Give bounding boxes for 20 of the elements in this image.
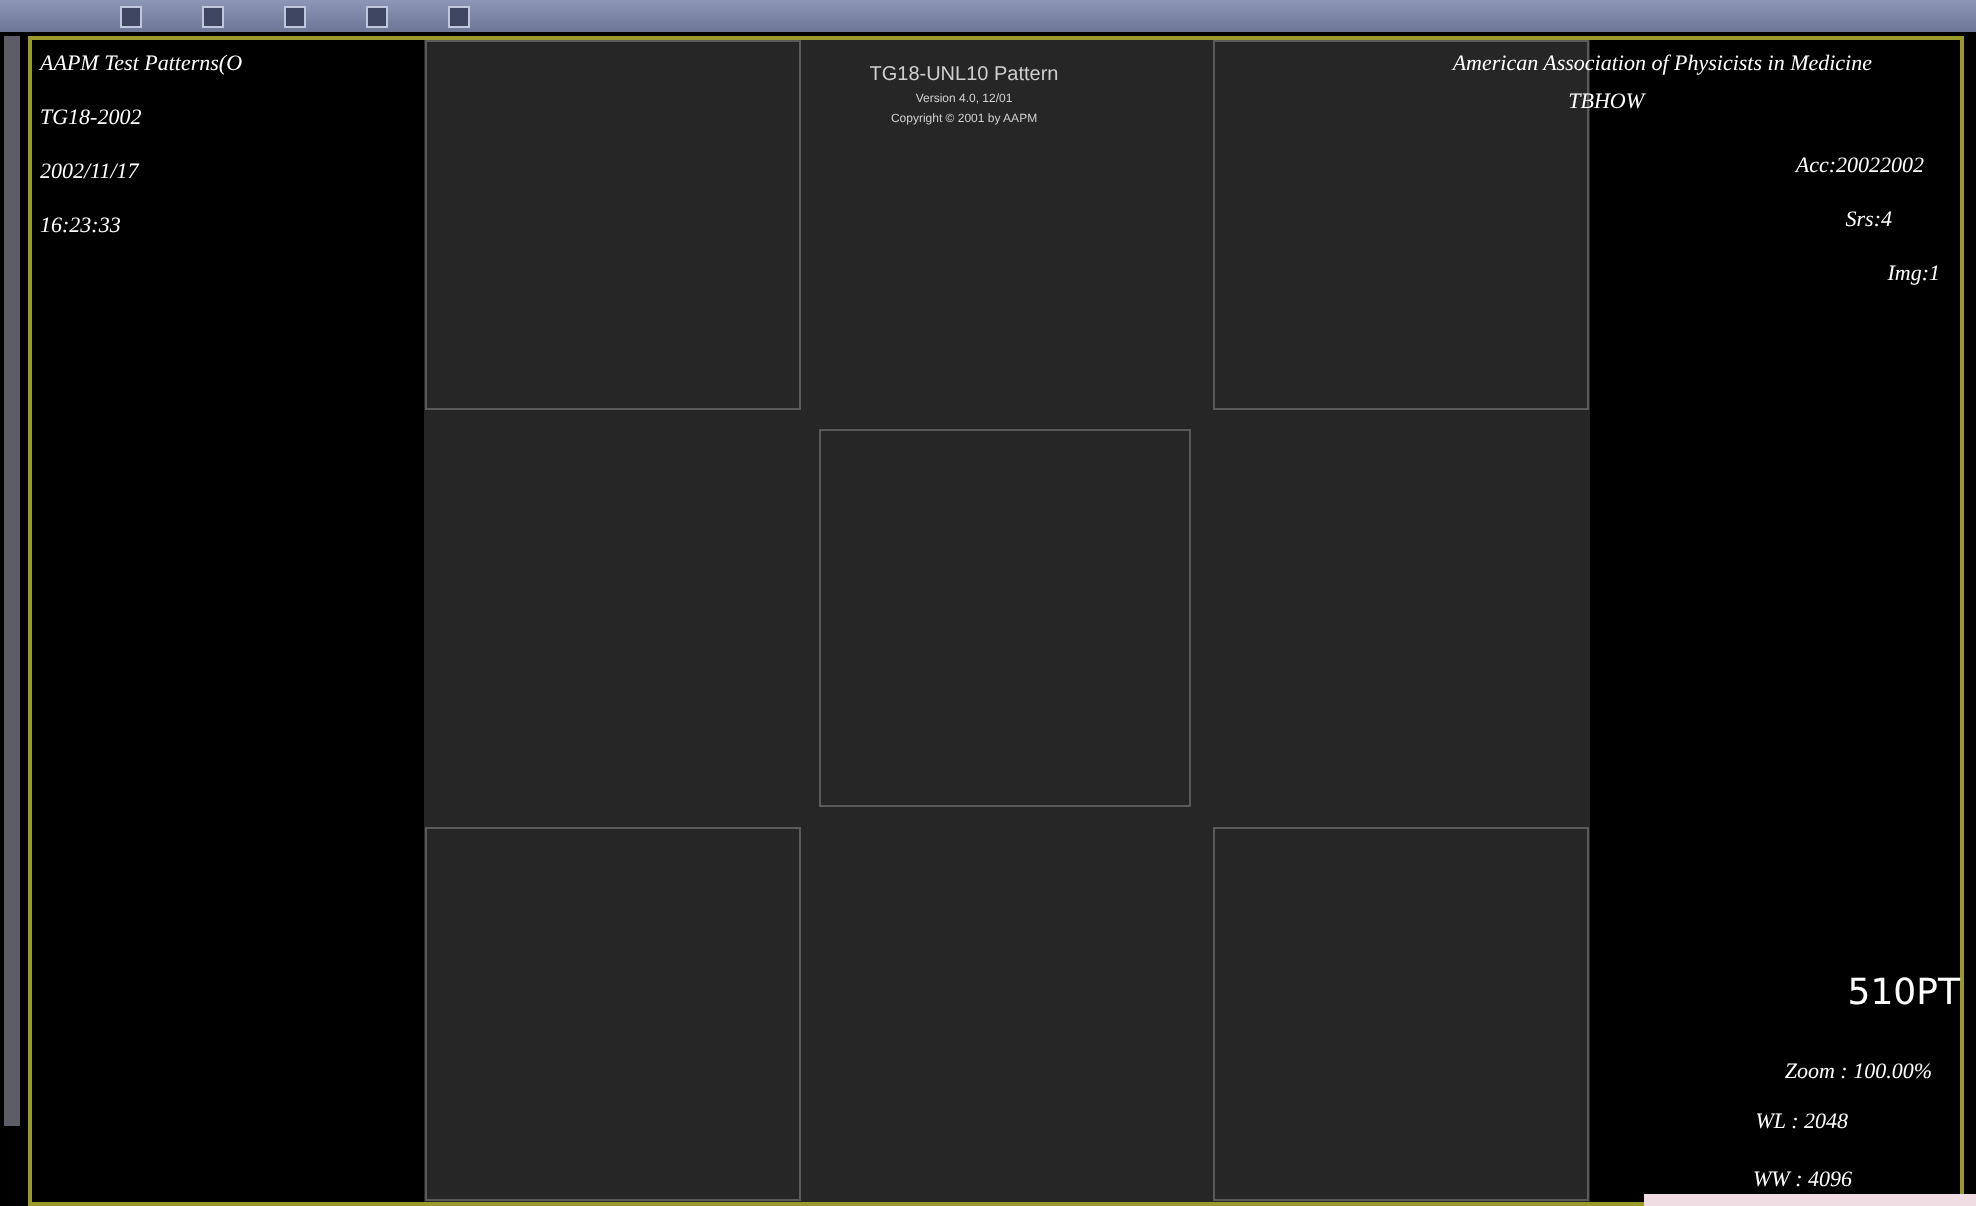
annotation-text: Srs:4 — [1845, 208, 1892, 234]
toolbar-icon[interactable] — [202, 5, 224, 27]
annotation-text: 16:23:33 — [40, 214, 123, 240]
annotation-text: American Association of Physicists in Medicine — [1452, 52, 1872, 78]
annotation-text: TBHOW — [1568, 90, 1644, 116]
annotation-text: WL : 2048 — [1755, 1110, 1848, 1136]
annotation-text: Acc:20022002 — [1795, 154, 1924, 180]
orientation-label: 510PT — [1847, 972, 1960, 1016]
annotation-text: Zoom : 100.00% — [1784, 1060, 1932, 1086]
annotation-text: TG18-2002 — [40, 106, 144, 132]
pattern-label: TG18-UNL10 Pattern — [869, 64, 1059, 86]
annotation-text: Img:1 — [1887, 262, 1940, 288]
toolbar-icon[interactable] — [120, 5, 142, 27]
toolbar-icon[interactable] — [284, 5, 306, 27]
annotation-text: AAPM Test Patterns(O — [40, 52, 243, 78]
toolbar-icon[interactable] — [448, 5, 470, 27]
annotation-text: WW : 4096 — [1753, 1168, 1852, 1194]
toolbar-icon[interactable] — [366, 5, 388, 27]
scrollbar[interactable] — [4, 36, 20, 1126]
annotation-text: 2002/11/17 — [40, 160, 141, 186]
